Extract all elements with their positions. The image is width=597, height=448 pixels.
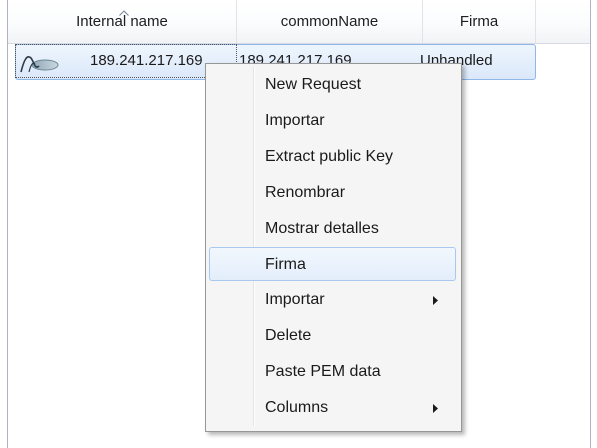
submenu-arrow-icon: [433, 296, 438, 305]
menu-item-renombrar[interactable]: Renombrar: [209, 176, 456, 210]
menu-item-firma[interactable]: Firma: [209, 247, 456, 281]
menu-item-label: Paste PEM data: [265, 363, 381, 380]
submenu-arrow-icon: [433, 404, 438, 413]
context-menu: New Request Importar Extract public Key …: [205, 63, 462, 432]
menu-item-mostrar-detalles[interactable]: Mostrar detalles: [209, 212, 456, 246]
menu-item-columns[interactable]: Columns: [209, 391, 456, 425]
column-header-filler: [536, 0, 589, 43]
sort-ascending-icon: [119, 10, 129, 16]
menu-item-label: Extract public Key: [265, 148, 394, 165]
menu-item-extract-public-key[interactable]: Extract public Key: [209, 140, 456, 174]
column-header-internal-name[interactable]: Internal name: [8, 0, 237, 43]
menu-item-label: New Request: [265, 76, 362, 93]
menu-item-label: Importar: [265, 291, 325, 308]
menu-item-label: Mostrar detalles: [265, 220, 379, 237]
column-label-firma: Firma: [459, 13, 499, 30]
menu-item-importar[interactable]: Importar: [209, 104, 456, 138]
menu-item-paste-pem-data[interactable]: Paste PEM data: [209, 355, 456, 389]
menu-item-label: Firma: [265, 256, 306, 273]
menu-item-label: Delete: [265, 327, 312, 344]
column-header-common-name[interactable]: commonName: [237, 0, 423, 43]
menu-item-label: Columns: [265, 399, 329, 416]
column-header-firma[interactable]: Firma: [423, 0, 536, 43]
menu-item-label: Importar: [265, 112, 325, 129]
menu-item-new-request[interactable]: New Request: [209, 68, 456, 102]
certificate-request-icon: [20, 56, 59, 73]
menu-item-label: Renombrar: [265, 184, 346, 201]
menu-item-delete[interactable]: Delete: [209, 319, 456, 353]
column-label-common-name: commonName: [280, 13, 379, 30]
list-header: Internal name commonName Firma: [8, 0, 590, 44]
menu-item-importar-submenu[interactable]: Importar: [209, 283, 456, 317]
